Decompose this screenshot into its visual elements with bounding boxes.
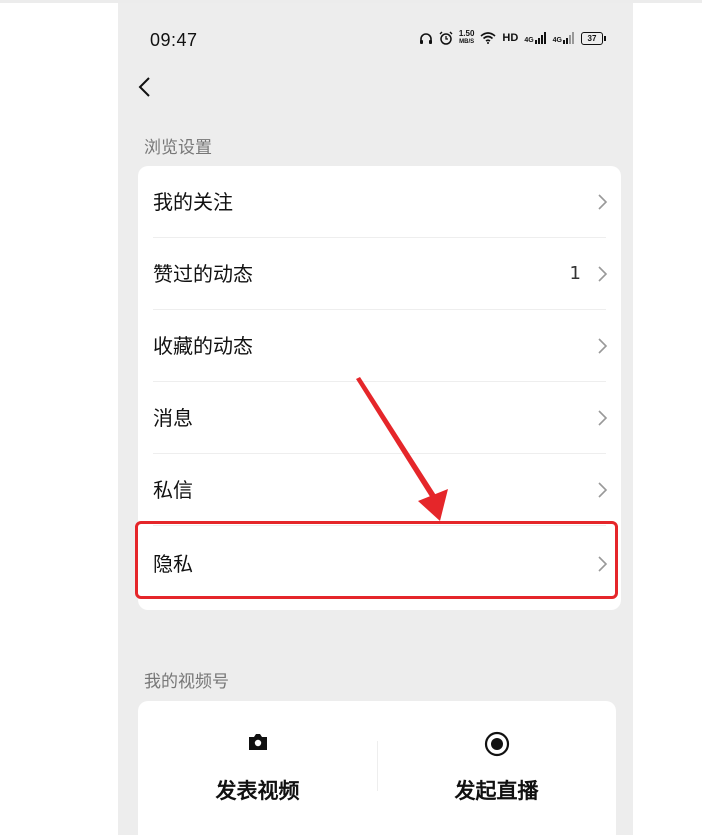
channels-card: 发表视频 发起直播	[138, 701, 616, 835]
post-video-label: 发表视频	[215, 779, 300, 803]
channels-title: 我的视频号	[144, 672, 229, 692]
phone-screen: 09:47 1.50 MB/S HD 4G 4G 37 浏览设置 我的关注 赞过…	[118, 3, 633, 835]
live-record-icon	[484, 731, 509, 757]
post-video-button[interactable]: 发表视频	[138, 701, 377, 835]
start-live-label: 发起直播	[454, 779, 539, 803]
start-live-button[interactable]: 发起直播	[377, 701, 616, 835]
camera-icon	[248, 734, 267, 750]
